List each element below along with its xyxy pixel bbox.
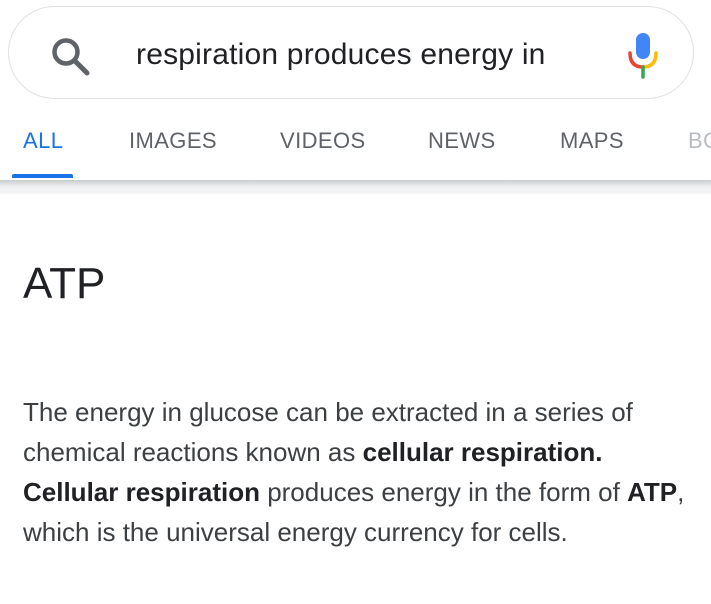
search-icon[interactable] <box>47 33 95 81</box>
search-input[interactable]: respiration produces energy in <box>136 35 546 75</box>
search-box[interactable]: respiration produces energy in <box>8 6 694 99</box>
answer-snippet: The energy in glucose can be extracted i… <box>23 392 703 552</box>
tab-books-partial[interactable]: BO <box>688 128 711 154</box>
search-header: respiration produces energy in ALL IMAGE… <box>0 0 711 182</box>
tab-all[interactable]: ALL <box>23 128 63 154</box>
snippet-bold: ATP <box>627 477 678 507</box>
tab-maps[interactable]: MAPS <box>560 128 624 154</box>
header-shadow <box>0 180 711 194</box>
tab-videos[interactable]: VIDEOS <box>280 128 366 154</box>
active-tab-indicator <box>12 174 73 178</box>
mic-icon[interactable] <box>623 29 663 81</box>
tab-images[interactable]: IMAGES <box>129 128 217 154</box>
answer-title: ATP <box>23 259 106 308</box>
tab-news[interactable]: NEWS <box>428 128 496 154</box>
snippet-bold: Cellular respiration <box>23 477 260 507</box>
answer-card: ATP The energy in glucose can be extract… <box>0 194 711 604</box>
search-tabs: ALL IMAGES VIDEOS NEWS MAPS BO <box>0 120 711 180</box>
snippet-text: produces energy in the form of <box>259 477 628 507</box>
snippet-bold: cellular respiration. <box>362 437 603 467</box>
